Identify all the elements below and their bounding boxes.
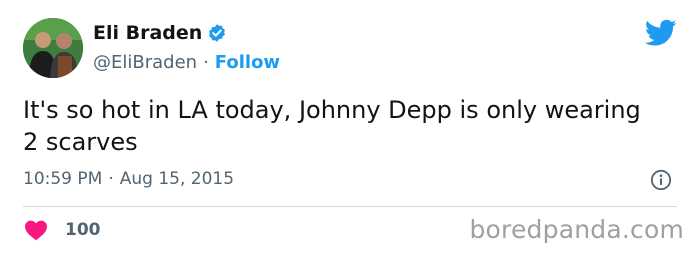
user-handle[interactable]: @EliBraden xyxy=(93,52,197,73)
info-icon[interactable] xyxy=(650,169,672,191)
like-count: 100 xyxy=(65,220,101,240)
heart-icon[interactable] xyxy=(23,219,49,241)
tweet-text: It's so hot in LA today, Johnny Depp is … xyxy=(23,96,641,156)
tweet-time[interactable]: 10:59 PM xyxy=(23,169,102,189)
follow-button[interactable]: Follow xyxy=(215,52,280,73)
twitter-bird-icon[interactable] xyxy=(644,19,677,47)
separator-dot: · xyxy=(203,52,209,73)
tweet-date[interactable]: Aug 15, 2015 xyxy=(120,169,234,189)
tweet-timestamp[interactable]: 10:59 PM · Aug 15, 2015 xyxy=(23,169,234,189)
divider xyxy=(23,206,677,207)
verified-badge-icon xyxy=(207,23,227,43)
avatar[interactable] xyxy=(23,18,83,78)
timestamp-separator: · xyxy=(108,169,114,189)
watermark: boredpanda.com xyxy=(469,215,684,244)
display-name[interactable]: Eli Braden xyxy=(93,22,202,44)
like-button[interactable]: 100 xyxy=(23,219,101,241)
